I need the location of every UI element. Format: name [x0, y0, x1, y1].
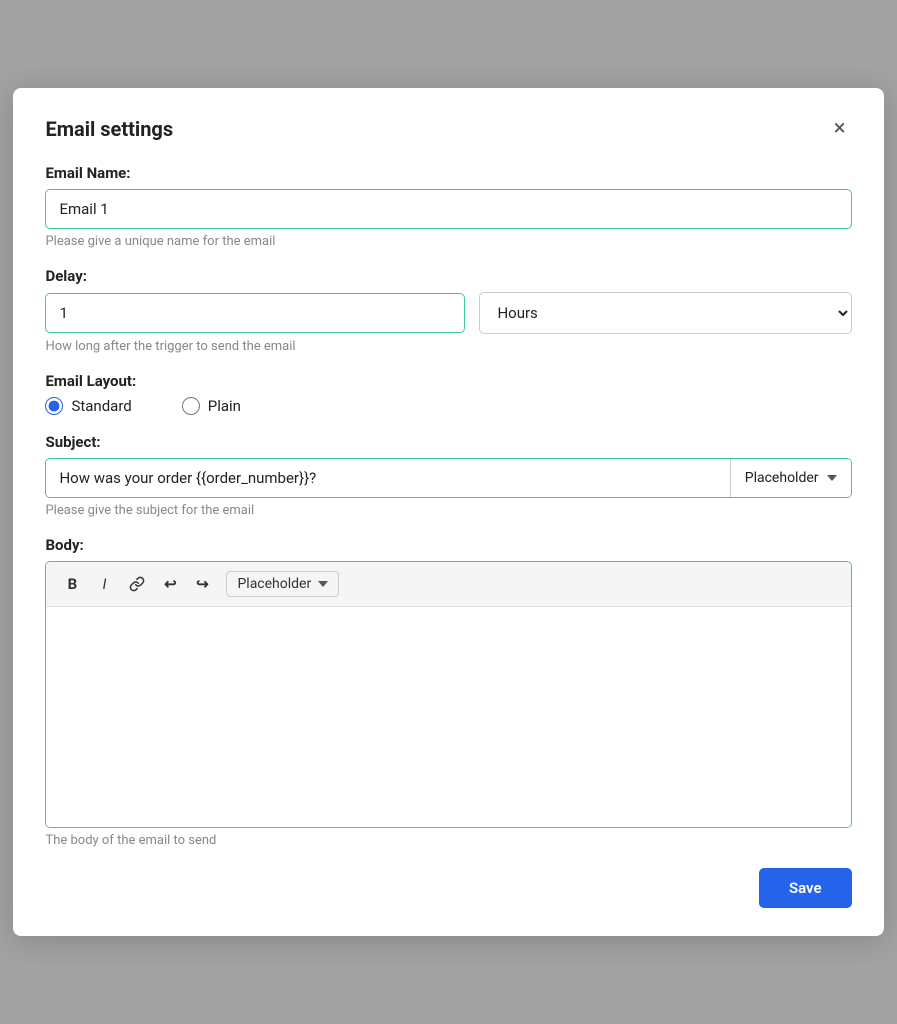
email-settings-modal: Email settings × Email Name: Please give…	[13, 88, 883, 936]
layout-plain-label: Plain	[208, 397, 241, 415]
delay-group: Delay: Hours Minutes Days How long after…	[45, 267, 851, 354]
body-group: Body: B I ↩ ↪	[45, 536, 851, 848]
link-button[interactable]	[122, 570, 152, 598]
layout-options-row: Standard Plain	[45, 397, 851, 415]
undo-button[interactable]: ↩	[156, 570, 184, 598]
save-row: Save	[45, 868, 851, 908]
email-name-input[interactable]	[45, 189, 851, 229]
italic-button[interactable]: I	[90, 570, 118, 598]
close-button[interactable]: ×	[828, 116, 852, 142]
redo-button[interactable]: ↪	[188, 570, 216, 598]
body-editor-content[interactable]	[46, 607, 850, 827]
layout-standard-radio[interactable]	[45, 397, 63, 415]
subject-placeholder-chevron-icon	[827, 475, 837, 481]
subject-placeholder-button[interactable]: Placeholder	[730, 459, 851, 497]
layout-plain-radio[interactable]	[182, 397, 200, 415]
subject-hint: Please give the subject for the email	[45, 503, 851, 518]
link-icon	[129, 576, 145, 592]
body-editor: B I ↩ ↪ Placeholder	[45, 561, 851, 828]
body-placeholder-button[interactable]: Placeholder	[226, 571, 339, 597]
modal-header: Email settings ×	[45, 116, 851, 142]
layout-standard-label: Standard	[71, 397, 131, 415]
save-button[interactable]: Save	[759, 868, 852, 908]
body-hint: The body of the email to send	[45, 833, 851, 848]
subject-placeholder-label: Placeholder	[745, 470, 819, 486]
body-placeholder-label: Placeholder	[237, 576, 311, 592]
email-layout-group: Email Layout: Standard Plain	[45, 372, 851, 415]
layout-plain-option[interactable]: Plain	[182, 397, 241, 415]
email-name-group: Email Name: Please give a unique name fo…	[45, 164, 851, 249]
delay-unit-select[interactable]: Hours Minutes Days	[479, 292, 851, 334]
modal-title: Email settings	[45, 117, 173, 141]
bold-button[interactable]: B	[58, 570, 86, 598]
email-name-label: Email Name:	[45, 164, 851, 182]
subject-group: Subject: Placeholder Please give the sub…	[45, 433, 851, 518]
layout-standard-option[interactable]: Standard	[45, 397, 131, 415]
undo-icon: ↩	[164, 575, 177, 593]
email-name-hint: Please give a unique name for the email	[45, 234, 851, 249]
subject-input[interactable]	[46, 459, 729, 497]
delay-hint: How long after the trigger to send the e…	[45, 339, 851, 354]
subject-row: Placeholder	[45, 458, 851, 498]
editor-toolbar: B I ↩ ↪ Placeholder	[46, 562, 850, 607]
delay-row: Hours Minutes Days	[45, 292, 851, 334]
delay-input[interactable]	[45, 293, 465, 333]
delay-label: Delay:	[45, 267, 851, 285]
subject-label: Subject:	[45, 433, 851, 451]
email-layout-label: Email Layout:	[45, 372, 851, 390]
body-placeholder-chevron-icon	[318, 581, 328, 587]
body-label: Body:	[45, 536, 851, 554]
redo-icon: ↪	[196, 575, 209, 593]
